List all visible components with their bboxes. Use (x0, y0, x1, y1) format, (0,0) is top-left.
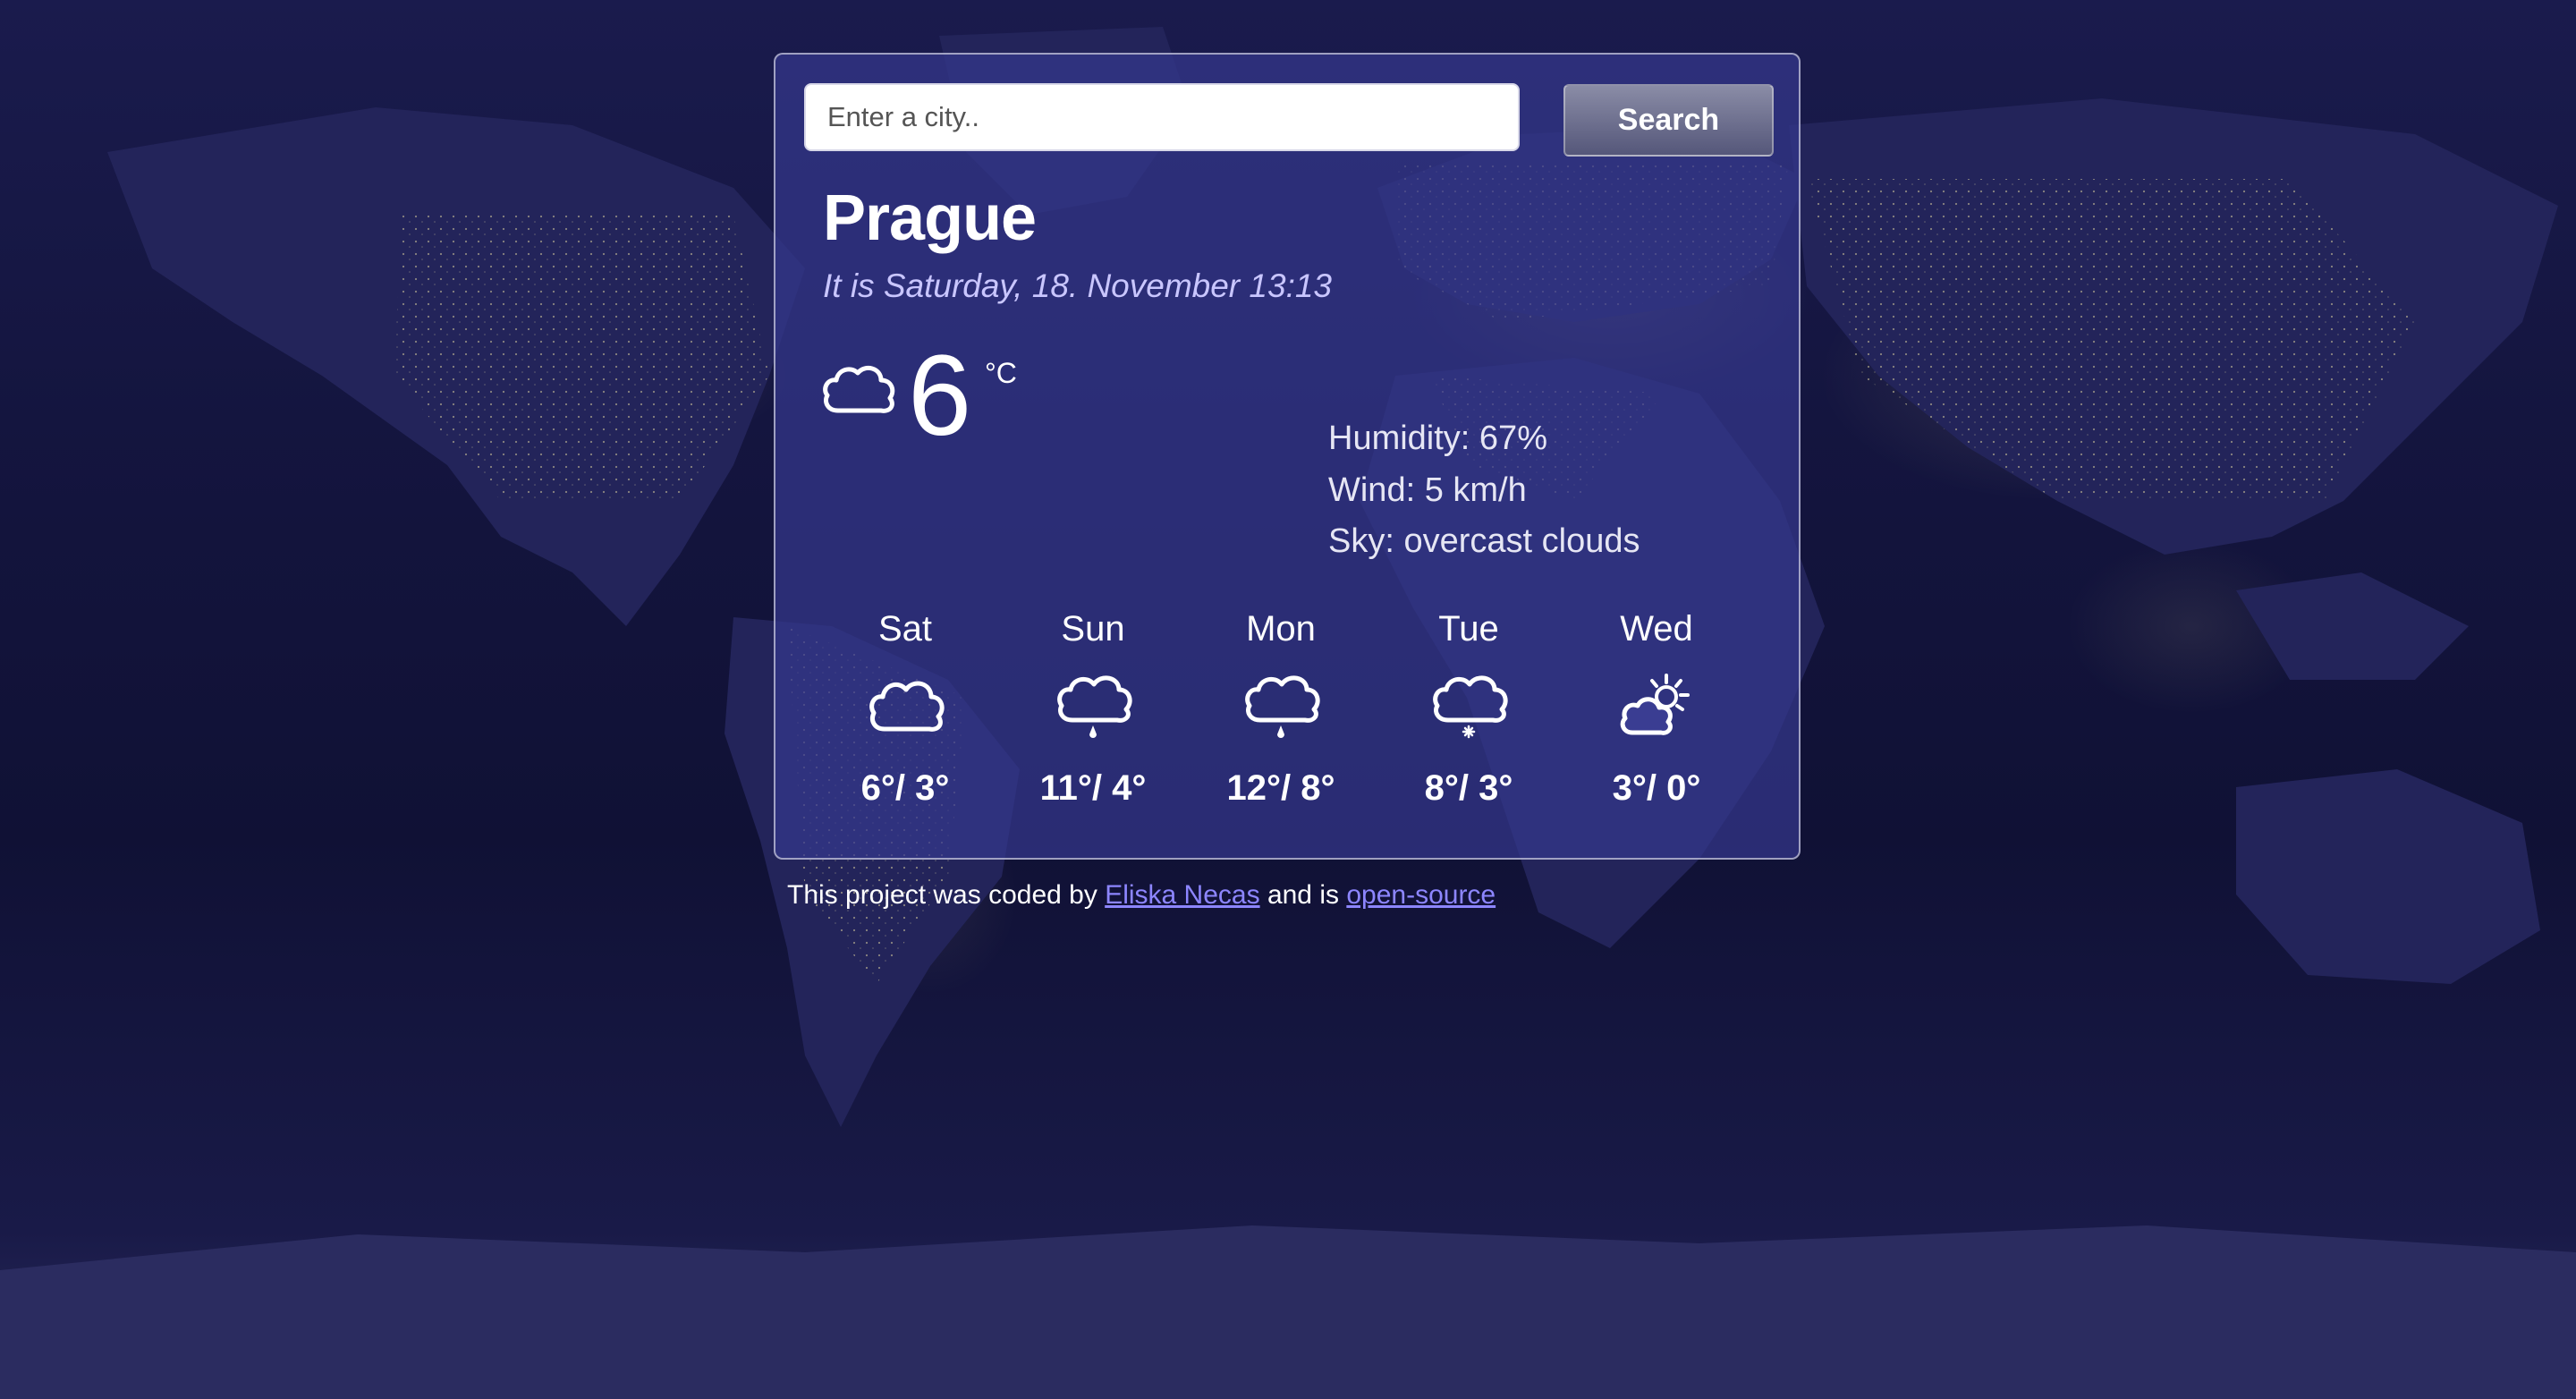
forecast-day: Sat 6°/ 3° (820, 609, 990, 809)
cloud-icon (869, 681, 945, 732)
forecast-temperatures: 3°/ 0° (1612, 768, 1701, 808)
footer-text: This project was coded by (787, 880, 1097, 910)
temperature-unit: °C (985, 357, 1017, 389)
forecast-day-name: Wed (1620, 609, 1693, 649)
forecast-day-name: Sat (877, 609, 933, 649)
forecast-temperatures: 11°/ 4° (1039, 768, 1147, 808)
current-date-time: It is Saturday, 18. November 13:13 (823, 267, 1333, 304)
forecast-day: Tue 8°/ 3° (1384, 609, 1554, 809)
author-link[interactable]: Eliska Necas (1105, 880, 1259, 910)
footer-text: and is (1267, 880, 1339, 910)
partly-sunny-icon (1620, 674, 1690, 735)
weather-card: Search Prague It is Saturday, 18. Novemb… (774, 53, 1801, 860)
humidity-value: Humidity: 67% (1328, 420, 1547, 457)
forecast-day-name: Mon (1246, 609, 1316, 649)
rain-cloud-icon (1057, 675, 1132, 738)
open-source-link[interactable]: open-source (1346, 880, 1496, 910)
forecast-day: Mon 12°/ 8° (1196, 609, 1366, 809)
forecast-day: Sun 11°/ 4° (1008, 609, 1178, 809)
sky-value: Sky: overcast clouds (1328, 522, 1640, 560)
forecast-temperatures: 6°/ 3° (860, 768, 950, 808)
wind-value: Wind: 5 km/h (1328, 471, 1527, 509)
rain-cloud-icon (1245, 675, 1320, 738)
cloud-icon (823, 365, 895, 413)
footer: This project was coded by Eliska Necas a… (787, 880, 1496, 911)
current-temperature: 6 (908, 332, 972, 460)
forecast-day: Wed 3°/ 0° (1572, 609, 1741, 809)
forecast-temperatures: 8°/ 3° (1424, 768, 1513, 808)
forecast-day-name: Tue (1438, 609, 1499, 649)
search-button[interactable]: Search (1563, 84, 1774, 157)
city-name: Prague (823, 182, 1037, 254)
snow-cloud-icon (1433, 675, 1508, 739)
city-search-input[interactable] (804, 83, 1520, 151)
forecast-day-name: Sun (1061, 609, 1125, 649)
forecast-temperatures: 12°/ 8° (1226, 768, 1335, 808)
